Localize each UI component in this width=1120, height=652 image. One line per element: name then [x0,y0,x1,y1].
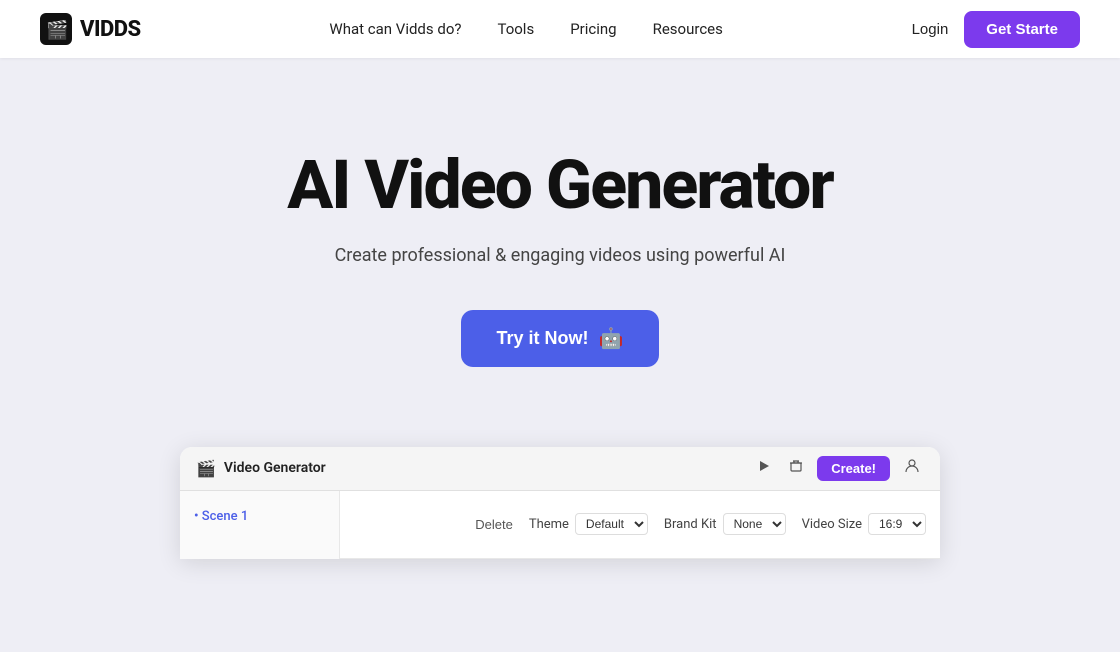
user-icon [904,458,920,474]
hero-subtitle: Create professional & engaging videos us… [335,245,786,266]
navbar-actions: Login Get Starte [912,11,1080,48]
preview-header: 🎬 Video Generator [180,447,940,491]
nav-what-can-vidds[interactable]: What can Vidds do? [329,20,461,38]
brand-kit-label: Brand Kit [664,517,717,532]
preview-trash-button[interactable] [785,457,807,480]
hero-section: AI Video Generator Create professional &… [0,58,1120,427]
video-size-selector: Video Size 16:9 [802,513,926,535]
preview-main: Delete Theme Default Brand Kit None [340,491,940,559]
navbar: 🎬 VIDDS What can Vidds do? Tools Pricing… [0,0,1120,58]
preview-header-right: Create! [753,456,924,481]
preview-toolbar: Delete Theme Default Brand Kit None [340,491,940,559]
brand-kit-dropdown[interactable]: None [723,513,786,535]
trash-icon [789,459,803,473]
preview-container: 🎬 Video Generator [0,427,1120,559]
robot-icon: 🤖 [599,326,624,351]
theme-selector: Theme Default [529,513,648,535]
nav-resources[interactable]: Resources [653,20,723,38]
preview-title: Video Generator [224,460,326,476]
logo[interactable]: 🎬 VIDDS [40,13,141,45]
theme-label: Theme [529,517,569,532]
nav-pricing[interactable]: Pricing [570,20,616,38]
preview-window: 🎬 Video Generator [180,447,940,559]
vidds-logo-icon: 🎬 [40,13,72,45]
svg-text:🎬: 🎬 [46,19,68,41]
brand-kit-selector: Brand Kit None [664,513,786,535]
try-btn-label: Try it Now! [497,328,589,349]
preview-sidebar: • Scene 1 [180,491,340,559]
nav-tools[interactable]: Tools [497,20,534,38]
video-size-dropdown[interactable]: 16:9 [868,513,926,535]
logo-text: VIDDS [80,17,141,42]
preview-body: • Scene 1 Delete Theme Default Brand Kit [180,491,940,559]
preview-logo-icon: 🎬 [196,459,216,478]
nav-links: What can Vidds do? Tools Pricing Resourc… [329,20,722,38]
try-it-now-button[interactable]: Try it Now! 🤖 [461,310,660,367]
scene-1-item[interactable]: • Scene 1 [180,501,339,532]
get-started-button[interactable]: Get Starte [964,11,1080,48]
theme-dropdown[interactable]: Default [575,513,648,535]
preview-header-left: 🎬 Video Generator [196,459,326,478]
play-icon [757,459,771,473]
preview-user-button[interactable] [900,456,924,481]
video-size-label: Video Size [802,517,862,532]
hero-title: AI Video Generator [287,148,832,223]
preview-create-button[interactable]: Create! [817,456,890,481]
delete-button[interactable]: Delete [475,517,513,532]
login-button[interactable]: Login [912,21,949,38]
preview-play-button[interactable] [753,457,775,480]
